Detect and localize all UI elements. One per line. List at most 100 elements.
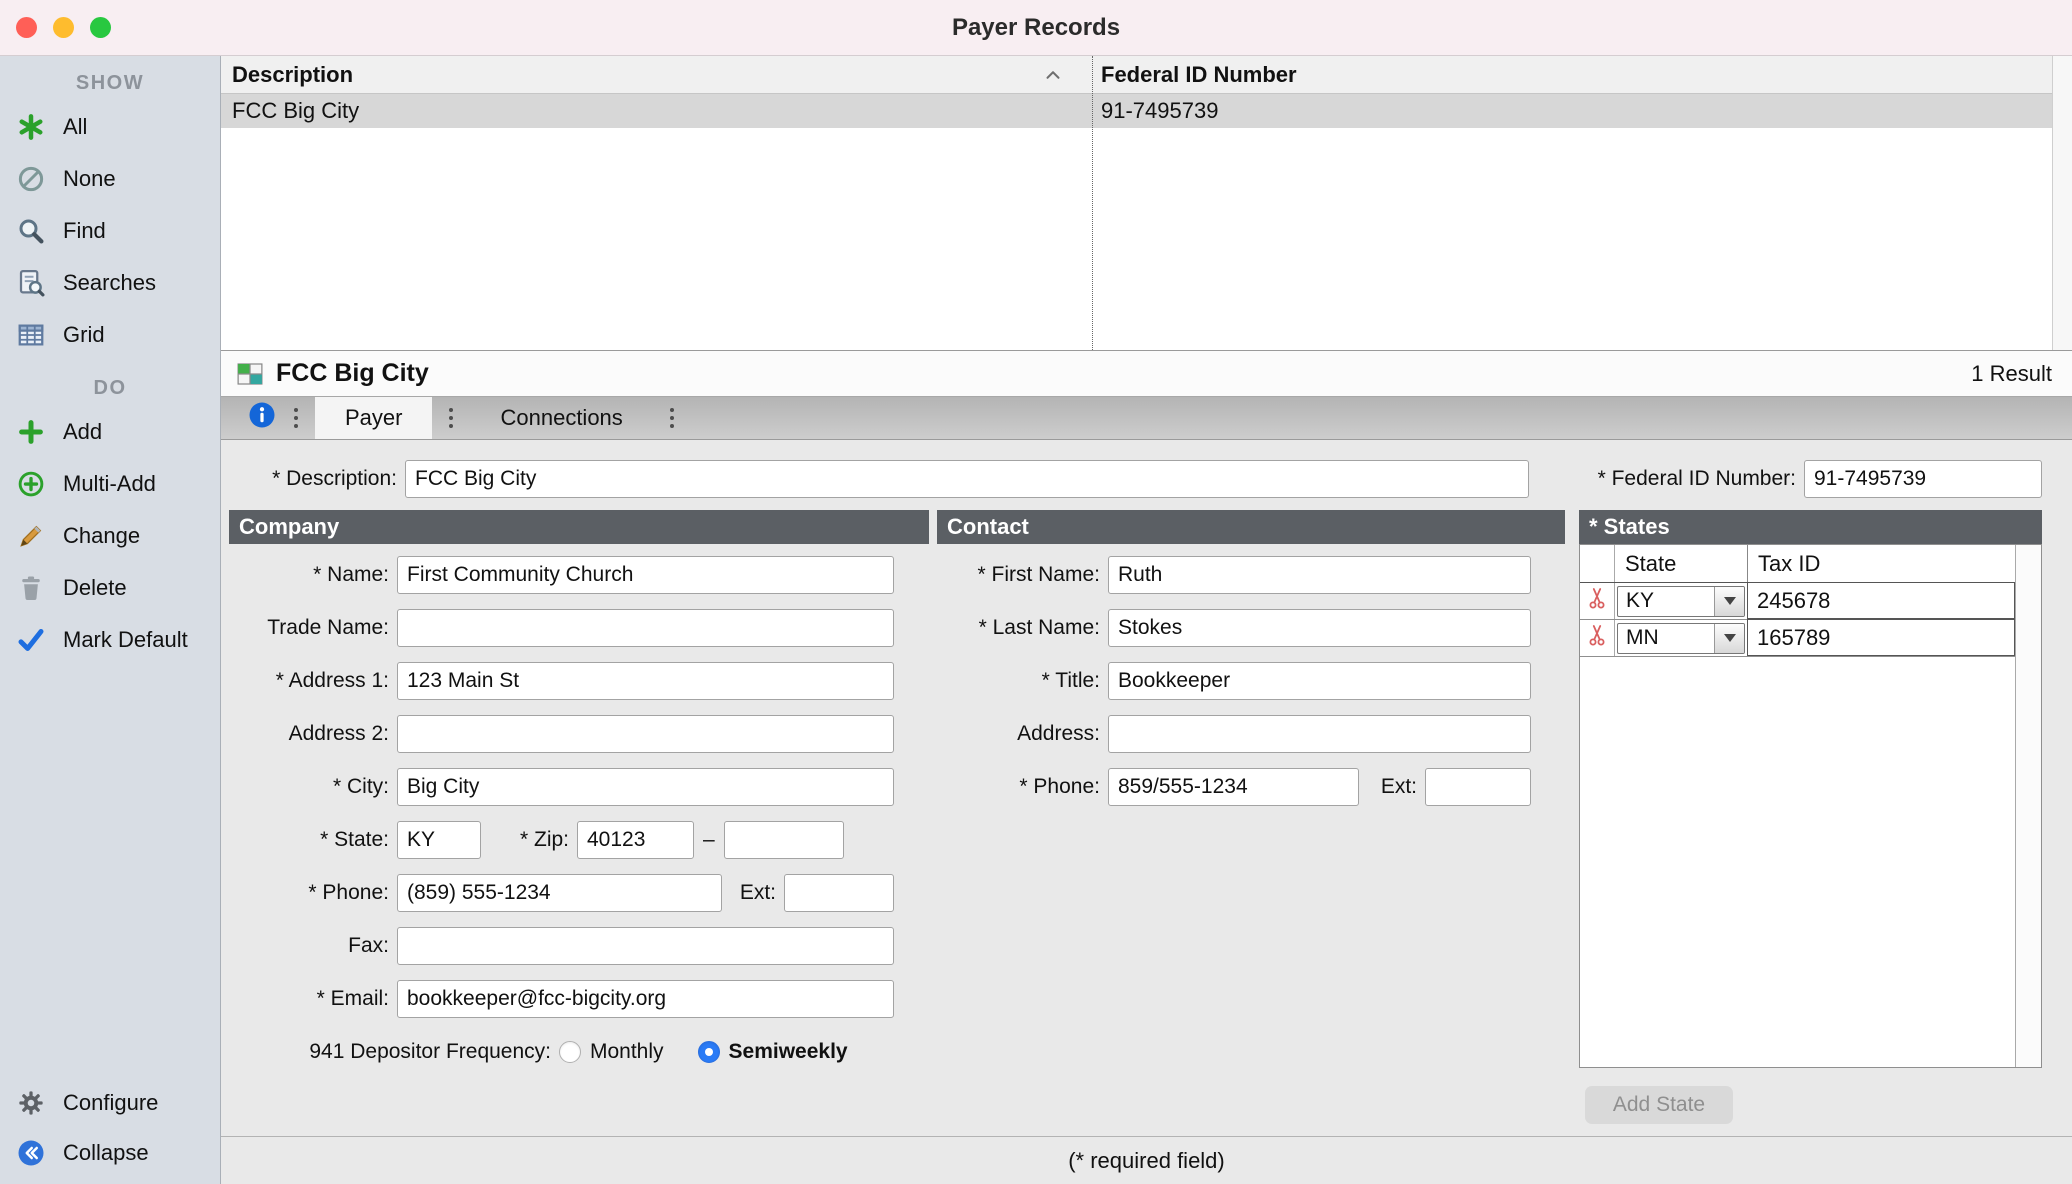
- state-select[interactable]: KY: [1617, 585, 1745, 617]
- required-field-note: (* required field): [221, 1136, 2072, 1184]
- company-ext-label: Ext:: [739, 880, 776, 904]
- chevron-down-icon[interactable]: [1714, 586, 1744, 616]
- contact-phone-input[interactable]: [1108, 767, 1359, 806]
- sidebar-item-find[interactable]: Find: [0, 205, 220, 257]
- frequency-label: 941 Depositor Frequency:: [309, 1039, 551, 1063]
- contact-section-header: Contact: [937, 510, 1565, 544]
- company-phone-label: * Phone:: [308, 880, 389, 904]
- tab-separator: [653, 397, 691, 439]
- radio-selected-icon: [697, 1040, 720, 1063]
- federal-id-input[interactable]: [1804, 460, 2042, 498]
- description-input[interactable]: [405, 460, 1529, 498]
- tab-bar: Payer Connections: [221, 397, 2072, 440]
- sidebar-item-all[interactable]: All: [0, 101, 220, 153]
- address2-input[interactable]: [397, 714, 894, 753]
- column-header-description[interactable]: Description: [221, 56, 1092, 93]
- sidebar-item-multi-add[interactable]: Multi-Add: [0, 458, 220, 510]
- chevron-down-icon[interactable]: [1714, 623, 1744, 653]
- fax-label: Fax:: [348, 933, 389, 957]
- fax-input[interactable]: [397, 926, 894, 965]
- zip-input[interactable]: [577, 820, 694, 859]
- contact-section: Contact * First Name: * Last Name:: [937, 510, 1565, 813]
- trade-name-label: Trade Name:: [267, 615, 389, 639]
- remove-state-icon[interactable]: [1587, 623, 1607, 653]
- column-header-federal-id[interactable]: Federal ID Number: [1092, 56, 2072, 93]
- tab-label: Payer: [345, 405, 403, 430]
- payer-form: * Description: * Federal ID Number: Comp…: [221, 440, 2072, 1184]
- saved-searches-icon: [14, 266, 48, 300]
- sidebar-item-label: Grid: [63, 322, 105, 347]
- sort-ascending-icon: [1042, 64, 1064, 86]
- list-scrollbar[interactable]: [2052, 56, 2072, 350]
- radio-unselected-icon: [559, 1040, 581, 1063]
- sidebar-item-add[interactable]: Add: [0, 406, 220, 458]
- column-label: Description: [232, 61, 354, 87]
- company-ext-input[interactable]: [784, 873, 894, 912]
- states-table: State Tax ID KY 245678 MN 165789: [1579, 544, 2042, 1068]
- payer-list: Description Federal ID Number FCC Big Ci…: [221, 56, 2072, 351]
- minimize-button[interactable]: [53, 17, 74, 38]
- states-scrollbar[interactable]: [2015, 545, 2041, 1067]
- address1-input[interactable]: [397, 661, 894, 700]
- states-section-header: * States: [1579, 510, 2042, 544]
- company-name-input[interactable]: [397, 555, 894, 594]
- contact-ext-label: Ext:: [1380, 774, 1417, 798]
- state-taxid-cell[interactable]: 165789: [1747, 619, 2015, 656]
- states-column-state: State: [1615, 545, 1748, 582]
- contact-title-input[interactable]: [1108, 661, 1531, 700]
- circle-plus-icon: [14, 467, 48, 501]
- zoom-button[interactable]: [90, 17, 111, 38]
- close-button[interactable]: [16, 17, 37, 38]
- tab-payer[interactable]: Payer: [315, 397, 433, 439]
- contact-ext-input[interactable]: [1425, 767, 1531, 806]
- state-taxid-cell[interactable]: 245678: [1747, 582, 2015, 619]
- first-name-input[interactable]: [1108, 555, 1531, 594]
- company-name-label: * Name:: [313, 562, 389, 586]
- plus-icon: [14, 415, 48, 449]
- radio-option-label: Monthly: [590, 1039, 664, 1063]
- tab-connections[interactable]: Connections: [470, 397, 652, 439]
- sidebar-item-mark-default[interactable]: Mark Default: [0, 614, 220, 666]
- state-select[interactable]: MN: [1617, 622, 1745, 654]
- tab-separator: [277, 397, 315, 439]
- gear-icon: [14, 1086, 48, 1120]
- table-row[interactable]: FCC Big City 91-7495739: [221, 94, 2072, 128]
- tab-separator: [432, 397, 470, 439]
- sidebar-section-show: SHOW: [75, 72, 145, 94]
- radio-monthly[interactable]: Monthly: [559, 1040, 664, 1064]
- contact-address-input[interactable]: [1108, 714, 1531, 753]
- cell-description: FCC Big City: [232, 98, 360, 123]
- company-phone-input[interactable]: [397, 873, 722, 912]
- sidebar-item-change[interactable]: Change: [0, 510, 220, 562]
- last-name-label: * Last Name:: [978, 615, 1100, 639]
- sidebar-item-label: Configure: [63, 1090, 159, 1115]
- sidebar-item-collapse[interactable]: Collapse: [0, 1128, 220, 1178]
- contact-address-label: Address:: [1017, 721, 1100, 745]
- info-icon[interactable]: [247, 400, 277, 436]
- zip-separator: –: [703, 827, 715, 851]
- sidebar-item-delete[interactable]: Delete: [0, 562, 220, 614]
- zip4-input[interactable]: [723, 820, 844, 859]
- sidebar-item-none[interactable]: None: [0, 153, 220, 205]
- sidebar-item-configure[interactable]: Configure: [0, 1078, 220, 1128]
- trade-name-input[interactable]: [397, 608, 894, 647]
- address1-label: * Address 1:: [275, 668, 389, 692]
- tab-label: Connections: [500, 405, 623, 430]
- asterisk-icon: [14, 110, 48, 144]
- sidebar-item-label: Delete: [63, 575, 127, 600]
- state-input[interactable]: [397, 820, 481, 859]
- company-section: Company * Name: Trade Name: *: [229, 510, 929, 1078]
- last-name-input[interactable]: [1108, 608, 1531, 647]
- radio-semiweekly[interactable]: Semiweekly: [697, 1040, 848, 1064]
- pencil-icon: [14, 519, 48, 553]
- add-state-button[interactable]: Add State: [1585, 1086, 1733, 1124]
- remove-state-icon[interactable]: [1587, 586, 1607, 616]
- states-column-taxid: Tax ID: [1758, 550, 1821, 576]
- address2-label: Address 2:: [288, 721, 389, 745]
- collapse-icon: [14, 1136, 48, 1170]
- check-icon: [14, 623, 48, 657]
- sidebar-item-grid[interactable]: Grid: [0, 309, 220, 361]
- city-input[interactable]: [397, 767, 894, 806]
- sidebar-item-searches[interactable]: Searches: [0, 257, 220, 309]
- email-input[interactable]: [397, 979, 894, 1018]
